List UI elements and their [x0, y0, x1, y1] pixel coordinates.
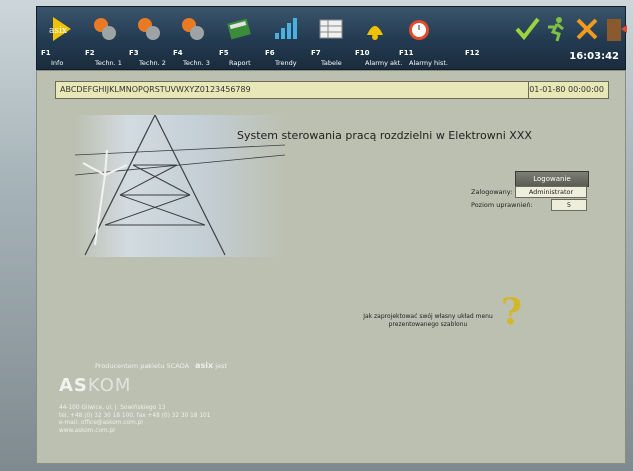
phone-line: tel. +48 (0) 32 30 18 100, fax +48 (0) 3… [59, 412, 211, 419]
toolbar-label: Techn. 3 [183, 59, 210, 67]
toolbar-button-alarmy-akt[interactable]: F10 Alarmy akt. [353, 11, 402, 67]
toolbar-key: F10 [355, 49, 370, 57]
bell-icon [361, 15, 389, 43]
toolbar-button-techn1[interactable]: F2 Techn. 1 [83, 11, 127, 67]
toolbar-key: F11 [399, 49, 414, 57]
gears-icon [179, 15, 207, 43]
logo-kom: KOM [87, 375, 132, 396]
toolbar-button-info[interactable]: asix F1 Info [39, 11, 83, 67]
page-title: System sterowania pracą rozdzielni w Ele… [237, 129, 532, 142]
toolbar-key: F3 [129, 49, 139, 57]
toolbar-button-f12[interactable]: F12 [463, 11, 507, 67]
toolbar-key: F12 [465, 49, 480, 57]
svg-text:asix: asix [49, 26, 67, 36]
message-bar: ABCDEFGHIJKLMNOPQRSTUVWXYZ0123456789 01-… [55, 81, 609, 99]
toolbar-key: F2 [85, 49, 95, 57]
toolbar-label: Info [51, 59, 64, 67]
address-line: 44-100 Gliwice, ul. J. Sowińskiego 13 [59, 405, 166, 411]
main-panel: ABCDEFGHIJKLMNOPQRSTUVWXYZ0123456789 01-… [36, 70, 626, 464]
book-icon [225, 15, 253, 43]
toolbar-key: F5 [219, 49, 229, 57]
askom-logo: ASKOM [59, 375, 131, 396]
logo-as: AS [59, 375, 88, 396]
toolbar-button-raport[interactable]: F5 Raport [217, 11, 261, 67]
toolbar-key: F6 [265, 49, 275, 57]
toolbar-button-tabele[interactable]: F7 Tabele [309, 11, 353, 67]
top-toolbar: asix F1 Info F2 Techn. 1 F3 Techn. 2 F4 … [36, 6, 629, 70]
question-mark-icon[interactable]: ? [501, 291, 522, 333]
producer-text: Producentem pakietu SCADA asix jest [95, 361, 227, 370]
level-label: Poziom uprawnień: [471, 201, 533, 209]
exit-door-icon [601, 15, 629, 43]
toolbar-button-techn3[interactable]: F4 Techn. 3 [171, 11, 215, 67]
toolbar-label: Alarmy hist. [409, 59, 448, 67]
company-address: 44-100 Gliwice, ul. J. Sowińskiego 13 te… [59, 405, 210, 435]
message-datetime: 01-01-80 00:00:00 [529, 85, 604, 94]
logged-user-field: Administrator [515, 186, 587, 198]
toolbar-button-techn2[interactable]: F3 Techn. 2 [127, 11, 171, 67]
clock: 16:03:42 [569, 51, 619, 62]
alarm-clock-icon [405, 15, 433, 43]
producer-label: Producentem pakietu SCADA [95, 362, 190, 370]
toolbar-label: Raport [229, 59, 251, 67]
table-icon [317, 15, 345, 43]
bar-chart-icon [271, 15, 299, 43]
gears-icon [135, 15, 163, 43]
toolbar-label: Techn. 2 [139, 59, 166, 67]
gears-icon [91, 15, 119, 43]
toolbar-button-trendy[interactable]: F6 Trendy [263, 11, 307, 67]
logged-label: Zalogowany: [471, 188, 513, 196]
toolbar-key: F4 [173, 49, 183, 57]
message-text: ABCDEFGHIJKLMNOPQRSTUVWXYZ0123456789 [60, 85, 251, 94]
level-field: 5 [551, 199, 587, 211]
toolbar-label: Trendy [275, 59, 297, 67]
toolbar-button-alarmy-hist[interactable]: F11 Alarmy hist. [397, 11, 448, 67]
toolbar-label: Tabele [321, 59, 342, 67]
toolbar-label: Techn. 1 [95, 59, 122, 67]
website-line: www.askom.com.pl [59, 427, 115, 434]
email-line: e-mail: office@askom.com.pl [59, 420, 143, 426]
producer-brand: asix [195, 361, 214, 370]
asix-logo-icon: asix [47, 15, 75, 43]
toolbar-key: F1 [41, 49, 51, 57]
toolbar-key: F7 [311, 49, 321, 57]
help-text[interactable]: Jak zaprojektować swój własny układ menu… [343, 313, 513, 329]
producer-suffix: jest [215, 362, 228, 370]
login-button[interactable]: Logowanie [515, 171, 589, 187]
